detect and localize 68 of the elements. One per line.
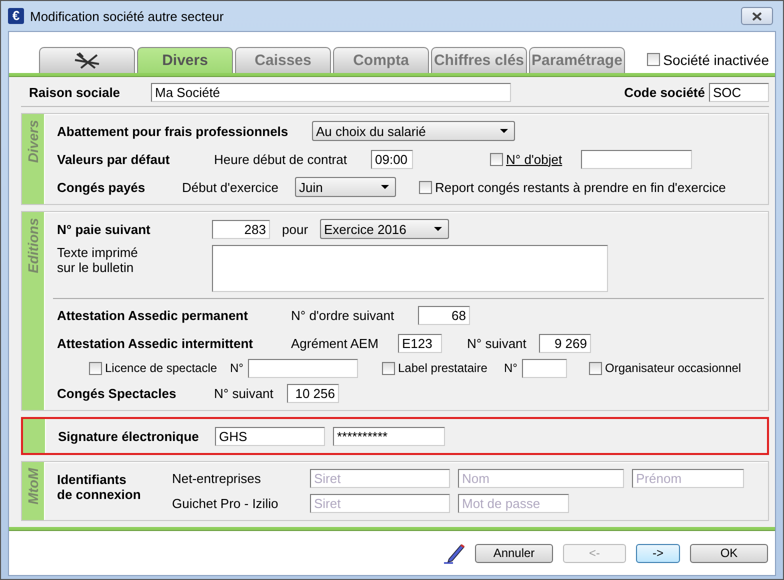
crossed-tools-icon — [73, 50, 101, 70]
option-checkbox[interactable]: Licence de spectacle — [89, 361, 230, 375]
input-field[interactable]: 10 256 — [287, 384, 339, 402]
section-title: Divers — [25, 120, 41, 163]
input-field[interactable]: Ma Société — [151, 83, 511, 102]
field-label: Texte imprimé sur le bulletin — [57, 245, 139, 275]
field-label: N° d'ordre suivant — [291, 308, 396, 322]
input-field[interactable]: Nom — [458, 469, 624, 488]
app-icon: € — [8, 8, 24, 24]
caret-icon — [434, 227, 442, 231]
report-checkbox[interactable]: Report congés restants à prendre en fin d'exercice — [419, 180, 726, 194]
field-label: N° paie suivant — [57, 222, 152, 236]
window-title: Modification société autre secteur — [30, 8, 225, 24]
field-label: N° suivant — [467, 336, 528, 350]
field-label: Valeurs par défaut — [57, 152, 171, 166]
input-field[interactable]: Siret — [310, 469, 450, 488]
field-label: Identifiants de connexion — [57, 471, 142, 504]
dialog-button[interactable]: OK — [690, 544, 768, 562]
dialog-button[interactable]: Annuler — [475, 544, 553, 562]
field-label: Agrément AEM — [291, 336, 380, 350]
field-label: Heure début de contrat — [214, 152, 348, 166]
input-field[interactable]: Siret — [310, 494, 450, 513]
option-checkbox[interactable]: Label prestataire — [382, 361, 504, 375]
field-label: N° suivant — [214, 386, 274, 400]
input-field[interactable]: Prénom — [632, 469, 744, 488]
object-checkbox[interactable]: N° d'objet — [490, 152, 562, 166]
pencil-icon[interactable] — [443, 542, 465, 564]
caret-icon — [500, 129, 508, 133]
field-label: Congés payés — [57, 180, 146, 194]
field-label: N° — [504, 361, 518, 375]
input-field[interactable] — [248, 358, 358, 378]
field-label: Début d'exercice — [182, 180, 280, 194]
input-field[interactable]: 68 — [418, 306, 470, 324]
close-button[interactable] — [741, 7, 773, 25]
field-label: Attestation Assedic permanent — [57, 308, 249, 322]
input-field[interactable]: E123 — [398, 334, 442, 352]
input-field[interactable]: SOC — [709, 83, 769, 102]
tab[interactable]: Divers — [137, 47, 233, 73]
section-strip — [23, 419, 46, 453]
field-label: Abattement pour frais professionnels — [57, 124, 290, 138]
section-title: MtoM — [25, 468, 41, 505]
dropdown[interactable]: Au choix du salarié — [312, 121, 515, 141]
dialog-button[interactable]: -> — [636, 544, 680, 562]
password-field[interactable]: ********** — [333, 426, 445, 446]
field-label: Congés Spectacles — [57, 386, 178, 400]
field-label: Attestation Assedic intermittent — [57, 336, 254, 350]
input-field[interactable] — [522, 358, 567, 378]
dropdown[interactable]: Juin — [295, 177, 396, 197]
tab[interactable] — [39, 47, 135, 73]
dropdown[interactable]: Exercice 2016 — [320, 219, 449, 239]
option-checkbox[interactable]: Organisateur occasionnel — [589, 361, 742, 375]
field-label: Raison sociale — [29, 85, 122, 100]
field-label: Signature électronique — [58, 428, 200, 444]
text-area[interactable] — [212, 245, 608, 292]
input-field[interactable]: 09:00 — [371, 150, 413, 168]
section-title: Editions — [25, 218, 41, 274]
field-label: Code société — [624, 85, 705, 100]
input-field[interactable] — [581, 150, 692, 168]
field-label: pour — [282, 222, 310, 236]
caret-icon — [381, 185, 389, 189]
field-label: N° — [230, 361, 244, 375]
input-field[interactable]: 283 — [212, 220, 270, 238]
input-field[interactable]: Mot de passe — [458, 494, 569, 513]
input-field[interactable]: 9 269 — [539, 334, 591, 352]
input-field[interactable]: GHS — [215, 426, 325, 446]
close-icon — [752, 12, 762, 20]
field-label: Net-entreprises — [172, 471, 262, 486]
field-label: Guichet Pro - Izilio — [172, 496, 280, 511]
